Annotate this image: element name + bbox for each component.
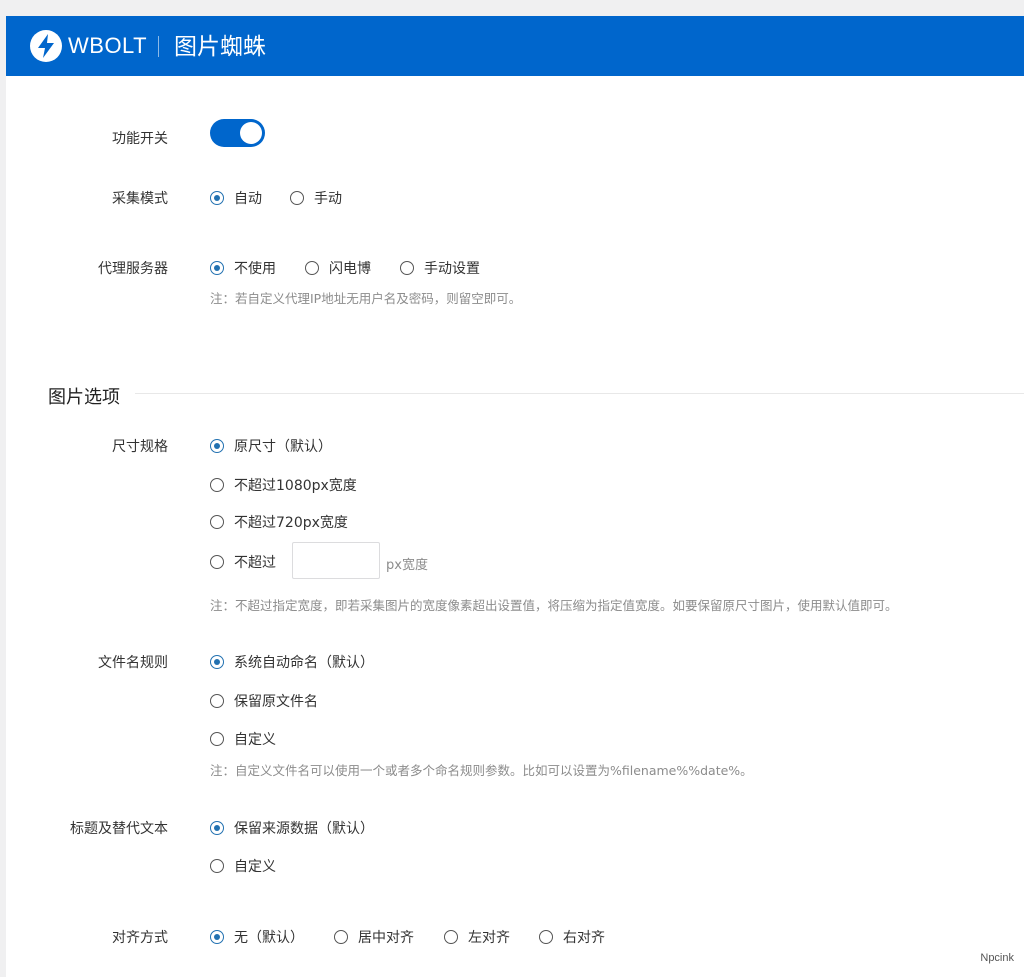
- title-alt-custom-radio[interactable]: 自定义: [210, 856, 276, 876]
- radio-checked-icon: [210, 655, 224, 669]
- custom-width-input[interactable]: [292, 542, 380, 579]
- radio-unchecked-icon: [210, 859, 224, 873]
- watermark: Npcink: [980, 952, 1014, 964]
- radio-unchecked-icon: [210, 732, 224, 746]
- proxy-none-radio[interactable]: 不使用: [210, 258, 276, 278]
- radio-checked-icon: [210, 439, 224, 453]
- size-note: 注：不超过指定宽度，即若采集图片的宽度像素超出设置值，将压缩为指定值宽度。如要保…: [210, 598, 898, 613]
- radio-label: 保留来源数据（默认）: [234, 821, 374, 837]
- radio-label: 自动: [234, 191, 262, 207]
- header-divider: [158, 36, 159, 57]
- alignment-left-radio[interactable]: 左对齐: [444, 927, 510, 947]
- title-alt-keep-radio[interactable]: 保留来源数据（默认）: [210, 818, 374, 838]
- radio-label: 系统自动命名（默认）: [234, 655, 374, 671]
- radio-unchecked-icon: [210, 555, 224, 569]
- radio-label: 不使用: [234, 261, 276, 277]
- collect-mode-row: 采集模式: [0, 188, 168, 208]
- radio-unchecked-icon: [539, 930, 553, 944]
- radio-label: 原尺寸（默认）: [234, 439, 332, 455]
- proxy-wbolt-radio[interactable]: 闪电博: [305, 258, 371, 278]
- section-title-image-options: 图片选项: [48, 387, 120, 408]
- filename-custom-radio[interactable]: 自定义: [210, 729, 276, 749]
- plugin-title: 图片蜘蛛: [174, 34, 266, 60]
- alignment-row: 对齐方式: [0, 927, 168, 947]
- size-custom-radio[interactable]: 不超过: [210, 552, 276, 572]
- settings-panel: [6, 76, 1024, 977]
- proxy-note: 注：若自定义代理IP地址无用户名及密码，则留空即可。: [210, 291, 522, 306]
- radio-label: 保留原文件名: [234, 694, 318, 710]
- title-alt-row: 标题及替代文本: [0, 818, 168, 838]
- alignment-center-radio[interactable]: 居中对齐: [334, 927, 414, 947]
- radio-unchecked-icon: [210, 478, 224, 492]
- plugin-header: WBOLT 图片蜘蛛: [6, 16, 1024, 76]
- size-original-radio[interactable]: 原尺寸（默认）: [210, 436, 332, 456]
- radio-unchecked-icon: [400, 261, 414, 275]
- radio-label: 自定义: [234, 859, 276, 875]
- radio-label: 自定义: [234, 732, 276, 748]
- toggle-knob: [240, 122, 262, 144]
- radio-unchecked-icon: [210, 515, 224, 529]
- radio-label: 不超过720px宽度: [234, 515, 348, 531]
- collect-mode-label: 采集模式: [112, 191, 168, 207]
- title-alt-label: 标题及替代文本: [70, 821, 168, 837]
- alignment-none-radio[interactable]: 无（默认）: [210, 927, 304, 947]
- radio-unchecked-icon: [444, 930, 458, 944]
- radio-checked-icon: [210, 821, 224, 835]
- radio-unchecked-icon: [210, 694, 224, 708]
- feature-switch-toggle[interactable]: [210, 119, 265, 147]
- alignment-label: 对齐方式: [112, 930, 168, 946]
- feature-switch-label: 功能开关: [112, 131, 168, 147]
- alignment-right-radio[interactable]: 右对齐: [539, 927, 605, 947]
- radio-label: 不超过: [234, 555, 276, 571]
- radio-unchecked-icon: [305, 261, 319, 275]
- radio-label: 居中对齐: [358, 930, 414, 946]
- radio-label: 左对齐: [468, 930, 510, 946]
- size-1080-radio[interactable]: 不超过1080px宽度: [210, 475, 357, 495]
- filename-note: 注：自定义文件名可以使用一个或者多个命名规则参数。比如可以设置为%filenam…: [210, 763, 753, 778]
- radio-checked-icon: [210, 191, 224, 205]
- size-720-radio[interactable]: 不超过720px宽度: [210, 512, 348, 532]
- radio-checked-icon: [210, 261, 224, 275]
- filename-auto-radio[interactable]: 系统自动命名（默认）: [210, 652, 374, 672]
- size-label: 尺寸规格: [112, 439, 168, 455]
- filename-keep-radio[interactable]: 保留原文件名: [210, 691, 318, 711]
- proxy-manual-radio[interactable]: 手动设置: [400, 258, 480, 278]
- radio-checked-icon: [210, 930, 224, 944]
- radio-label: 右对齐: [563, 930, 605, 946]
- settings-page: WBOLT 图片蜘蛛 功能开关 采集模式 自动 手动 代理服务器 不使用 闪电博…: [0, 0, 1024, 977]
- radio-label: 手动设置: [424, 261, 480, 277]
- brand-name: WBOLT: [68, 33, 148, 58]
- section-divider: [135, 393, 1024, 394]
- radio-unchecked-icon: [334, 930, 348, 944]
- size-row: 尺寸规格: [0, 436, 168, 456]
- filename-label: 文件名规则: [98, 655, 168, 671]
- radio-label: 闪电博: [329, 261, 371, 277]
- feature-switch-row: 功能开关: [0, 128, 168, 148]
- lightning-bolt-icon: [30, 30, 62, 62]
- proxy-label: 代理服务器: [98, 261, 168, 277]
- custom-width-unit: px宽度: [386, 558, 428, 573]
- radio-label: 无（默认）: [234, 930, 304, 946]
- collect-mode-manual-radio[interactable]: 手动: [290, 188, 342, 208]
- radio-unchecked-icon: [290, 191, 304, 205]
- filename-row: 文件名规则: [0, 652, 168, 672]
- proxy-row: 代理服务器: [0, 258, 168, 278]
- collect-mode-auto-radio[interactable]: 自动: [210, 188, 262, 208]
- radio-label: 手动: [314, 191, 342, 207]
- radio-label: 不超过1080px宽度: [234, 478, 357, 494]
